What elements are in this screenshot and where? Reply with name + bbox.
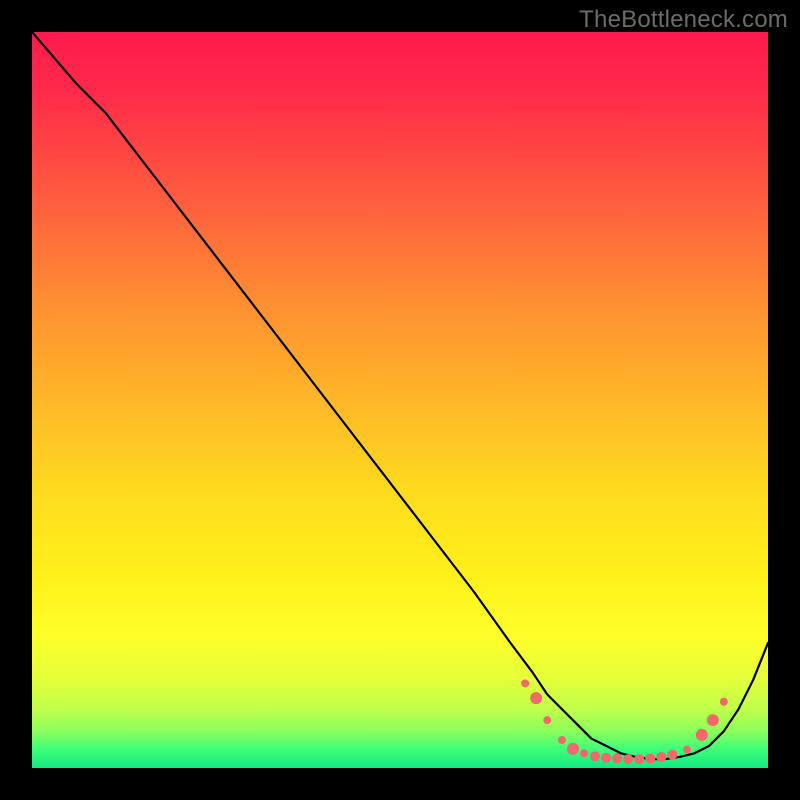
plot-area [32, 32, 768, 768]
data-point-marker [543, 716, 551, 724]
data-point-marker [567, 743, 579, 755]
bottleneck-curve [32, 32, 768, 759]
data-point-marker [530, 692, 542, 704]
watermark-text: TheBottleneck.com [579, 6, 788, 34]
data-point-marker [521, 679, 529, 687]
data-point-marker [683, 746, 691, 754]
data-point-marker [696, 729, 708, 741]
data-point-marker [707, 714, 719, 726]
data-point-marker [645, 753, 655, 763]
data-point-marker [558, 736, 566, 744]
curve-layer [32, 32, 768, 768]
data-point-marker [601, 753, 611, 763]
data-point-marker [634, 754, 644, 764]
data-point-marker [580, 749, 588, 757]
data-point-marker [623, 754, 633, 764]
data-point-marker [667, 750, 677, 760]
data-point-marker [612, 753, 622, 763]
data-point-marker [590, 751, 600, 761]
data-point-marker [656, 752, 666, 762]
data-point-marker [720, 698, 728, 706]
chart-frame: TheBottleneck.com [0, 0, 800, 800]
